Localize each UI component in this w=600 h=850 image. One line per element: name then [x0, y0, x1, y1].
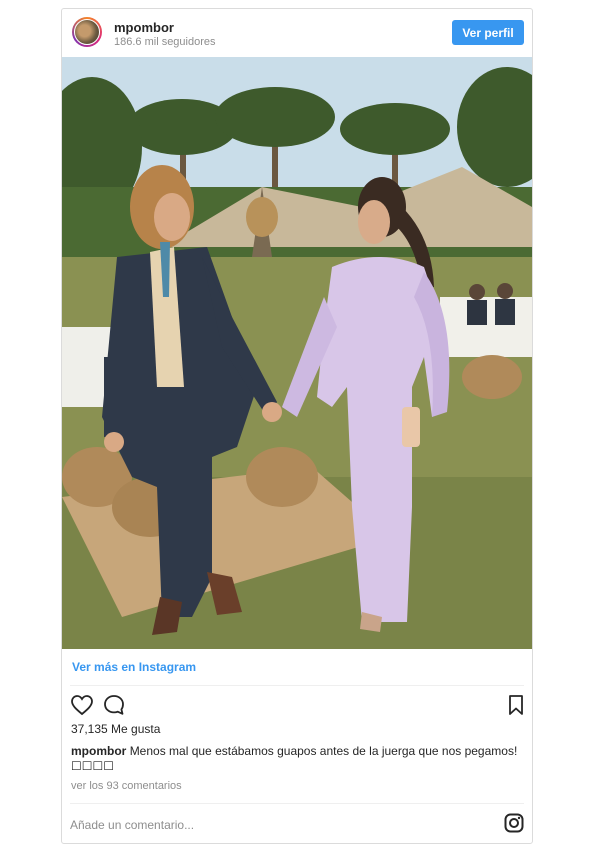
comment-bubble-icon[interactable]: [102, 693, 128, 719]
divider: [70, 685, 524, 686]
caption-username[interactable]: mpombor: [71, 744, 126, 758]
action-bar: [62, 693, 532, 719]
instagram-embed-card: mpombor 186.6 mil seguidores Ver perfil: [61, 8, 533, 844]
view-more-on-instagram-link[interactable]: Ver más en Instagram: [72, 660, 196, 674]
add-comment-input[interactable]: [70, 815, 470, 835]
like-count: 37,135 Me gusta: [71, 722, 161, 736]
divider: [70, 803, 524, 804]
caption-text: Menos mal que estábamos guapos antes de …: [71, 744, 518, 773]
avatar[interactable]: [72, 17, 102, 47]
caption: mpombor Menos mal que estábamos guapos a…: [71, 744, 526, 774]
follower-count: 186.6 mil seguidores: [114, 36, 216, 48]
photo-scene: [62, 57, 532, 649]
post-photo[interactable]: [62, 57, 532, 649]
bookmark-icon[interactable]: [504, 693, 530, 719]
post-header: mpombor 186.6 mil seguidores Ver perfil: [62, 9, 532, 57]
username[interactable]: mpombor: [114, 20, 174, 35]
instagram-logo-icon[interactable]: [504, 813, 524, 833]
view-profile-button[interactable]: Ver perfil: [452, 20, 524, 45]
view-comments-link[interactable]: ver los 93 comentarios: [71, 780, 182, 792]
heart-icon[interactable]: [70, 693, 96, 719]
avatar-image: [74, 19, 100, 45]
